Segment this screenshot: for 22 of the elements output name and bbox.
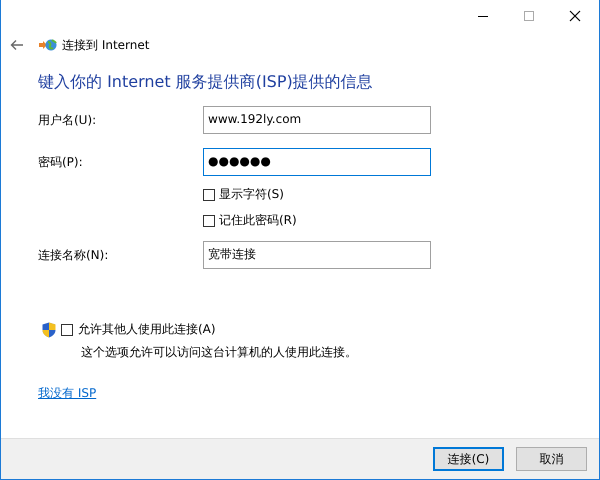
window-title: 连接到 Internet	[62, 36, 150, 54]
close-icon[interactable]	[569, 10, 581, 22]
checkbox-label[interactable]: 记住此密码(R)	[219, 212, 297, 229]
checkbox[interactable]	[203, 214, 215, 226]
cancel-button[interactable]: 取消	[516, 447, 587, 471]
input-field[interactable]: 宽带连接	[203, 241, 431, 269]
back-arrow-icon[interactable]	[10, 39, 24, 51]
field-label: 密码(P):	[38, 154, 84, 170]
checkbox[interactable]	[203, 188, 215, 200]
no-isp-link[interactable]: 我没有 ISP	[38, 385, 96, 402]
shield-icon	[42, 322, 56, 338]
field-label: 连接名称(N):	[38, 246, 110, 264]
input-field[interactable]: www.192ly.com	[203, 106, 431, 134]
page-heading: 键入你的 Internet 服务提供商(ISP)提供的信息	[38, 72, 374, 93]
option-description: 这个选项允许可以访问这台计算机的人使用此连接。	[81, 344, 358, 361]
checkbox-label[interactable]: 允许其他人使用此连接(A)	[78, 321, 216, 338]
field-label: 用户名(U):	[38, 112, 98, 128]
checkbox-label[interactable]: 显示字符(S)	[219, 186, 284, 203]
input-field[interactable]: ●●●●●●	[203, 148, 431, 176]
checkbox[interactable]	[61, 324, 73, 336]
network-globe-icon	[39, 38, 57, 52]
connect-button[interactable]: 连接(C)	[433, 447, 504, 471]
